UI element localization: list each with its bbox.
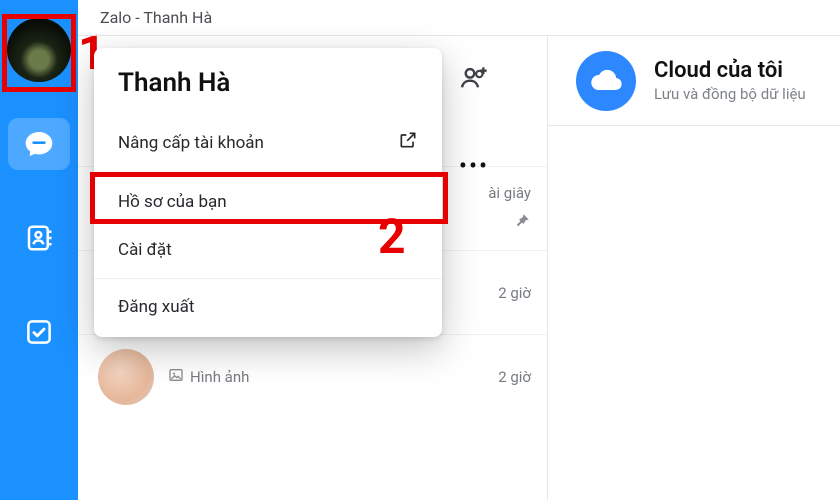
window-titlebar: Zalo - Thanh Hà [78, 0, 840, 36]
external-link-icon [398, 130, 418, 155]
check-square-icon [24, 317, 54, 347]
divider [94, 278, 442, 279]
chat-icon [23, 128, 55, 160]
user-avatar[interactable] [7, 18, 71, 82]
chat-title: Cloud của tôi [654, 58, 806, 83]
menu-upgrade[interactable]: Nâng cấp tài khoản [94, 116, 442, 169]
menu-settings-label: Cài đặt [118, 240, 172, 260]
conversation-subtitle: Hình ảnh [190, 368, 249, 386]
menu-upgrade-label: Nâng cấp tài khoản [118, 133, 264, 153]
account-menu-username: Thanh Hà [94, 64, 442, 116]
menu-logout-label: Đăng xuất [118, 297, 194, 317]
menu-profile-label: Hồ sơ của bạn [118, 192, 227, 212]
chat-header: Cloud của tôi Lưu và đồng bộ dữ liệu [548, 36, 840, 126]
image-icon [168, 367, 184, 387]
rail-tasks[interactable] [0, 300, 78, 364]
left-rail [0, 0, 78, 500]
add-people-button[interactable] [454, 58, 494, 98]
rail-chats[interactable] [0, 112, 78, 176]
menu-settings[interactable]: Cài đặt [94, 226, 442, 274]
cloud-icon [588, 63, 624, 99]
conversation-header-actions: ••• [454, 58, 494, 186]
list-item[interactable]: Hình ảnh 2 giờ [78, 334, 547, 418]
menu-profile[interactable]: Hồ sơ của bạn [94, 178, 442, 226]
pin-icon [513, 212, 531, 234]
cloud-badge [576, 51, 636, 111]
conversation-time: ài giây [488, 184, 531, 202]
avatar [98, 349, 154, 405]
contacts-icon [24, 223, 54, 253]
account-menu: Thanh Hà Nâng cấp tài khoản Hồ sơ của bạ… [94, 48, 442, 337]
more-icon: ••• [459, 152, 489, 180]
menu-logout[interactable]: Đăng xuất [94, 283, 442, 331]
conversation-time: 2 giờ [498, 368, 531, 386]
add-people-icon [458, 62, 490, 94]
rail-contacts[interactable] [0, 206, 78, 270]
more-button[interactable]: ••• [454, 146, 494, 186]
window-title: Zalo - Thanh Hà [100, 8, 212, 27]
chat-subtitle: Lưu và đồng bộ dữ liệu [654, 85, 806, 103]
divider [94, 173, 442, 174]
conversation-time: 2 giờ [498, 284, 531, 302]
